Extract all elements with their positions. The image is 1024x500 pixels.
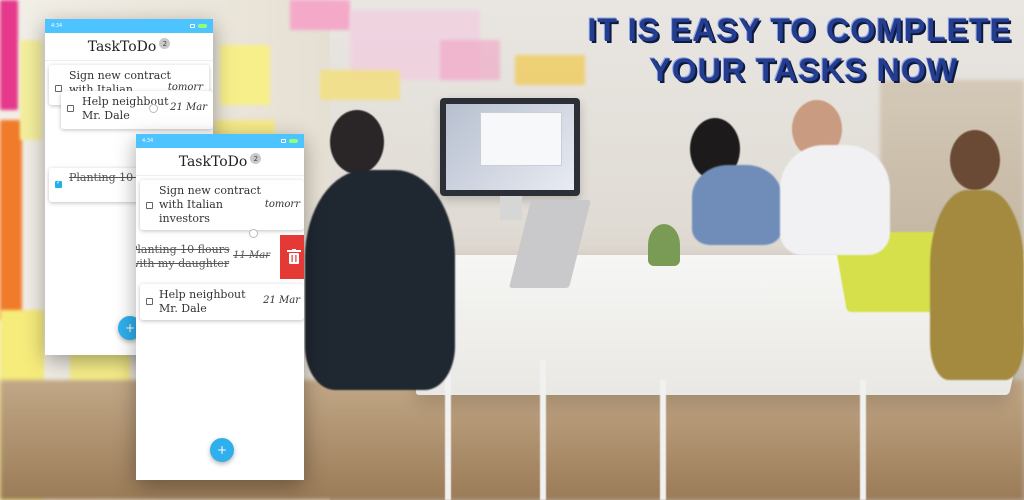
task-checkbox[interactable]	[67, 105, 74, 112]
status-time: 4:34	[142, 138, 154, 144]
person-head	[950, 130, 1000, 190]
app-bar: TaskToDo 2	[45, 33, 213, 61]
battery-icon	[198, 24, 207, 28]
person-white-shirt	[780, 145, 890, 255]
task-due-date: 21 Mar	[263, 295, 300, 306]
person-patterned-shirt	[930, 190, 1024, 380]
status-bar: 4:34	[136, 134, 304, 148]
task-due-date: tomorr	[264, 199, 300, 210]
person-dark-shirt	[305, 170, 455, 390]
task-card[interactable]: Sign new contract with Italian investors…	[140, 180, 304, 230]
task-text: Help neighbout Mr. Dale	[159, 288, 246, 315]
promo-headline: IT IS EASY TO COMPLETE YOUR TASKS NOW	[512, 10, 1012, 90]
plus-icon: +	[124, 321, 136, 335]
task-text: Planting 10 flours with my daughter	[136, 243, 230, 270]
person-denim-jacket	[692, 165, 782, 245]
task-card-swiped[interactable]: Planting 10 flours with my daughter 11 M…	[136, 238, 276, 276]
sticky-note	[220, 45, 270, 105]
sticky-note	[0, 120, 22, 320]
table-leg	[660, 380, 666, 500]
battery-icon	[289, 139, 298, 143]
app-title: TaskToDo	[178, 153, 248, 170]
table-leg	[540, 360, 546, 500]
sticky-note	[0, 0, 18, 110]
task-count-badge: 2	[159, 38, 171, 49]
status-bar: 4:34	[45, 19, 213, 33]
task-checkbox[interactable]	[146, 298, 153, 305]
signal-icon	[190, 24, 195, 28]
drag-handle[interactable]	[149, 104, 158, 113]
headline-line-2: YOUR TASKS NOW	[649, 52, 958, 88]
status-time: 4:34	[51, 23, 63, 29]
headline-line-1: IT IS EASY TO COMPLETE	[587, 12, 1012, 48]
task-text: Sign new contract with Italian investors	[159, 184, 261, 225]
task-due-date: 11 Mar	[233, 250, 270, 261]
task-checkbox[interactable]	[146, 202, 153, 209]
sticky-note	[290, 0, 350, 30]
task-count-badge: 2	[250, 153, 262, 164]
task-card[interactable]: Help neighbout Mr. Dale 21 Mar	[140, 284, 304, 320]
person-head	[330, 110, 384, 174]
desktop-monitor	[440, 98, 580, 196]
phone-screenshot-front: 4:34 TaskToDo 2 Sign new contract with I…	[136, 134, 304, 480]
app-bar: TaskToDo 2	[136, 148, 304, 176]
task-card-dragging[interactable]: Help neighbout Mr. Dale 21 Mar	[61, 91, 213, 129]
sticky-note	[440, 40, 500, 80]
sticky-note	[320, 70, 400, 100]
delete-task-button[interactable]	[280, 235, 304, 279]
drag-handle[interactable]	[249, 229, 258, 238]
potted-plant	[648, 224, 680, 266]
task-checkbox-checked[interactable]	[55, 179, 62, 188]
table-leg	[860, 380, 866, 500]
status-icons	[281, 139, 298, 143]
task-text: Help neighbout Mr. Dale	[82, 95, 169, 122]
task-due-date: 21 Mar	[170, 102, 207, 113]
monitor-stand	[500, 196, 522, 220]
signal-icon	[281, 139, 286, 143]
add-task-button[interactable]: +	[210, 438, 234, 462]
plus-icon: +	[216, 443, 228, 457]
app-title: TaskToDo	[87, 38, 157, 55]
sticky-note	[20, 40, 42, 140]
trash-icon	[287, 249, 301, 264]
status-icons	[190, 24, 207, 28]
